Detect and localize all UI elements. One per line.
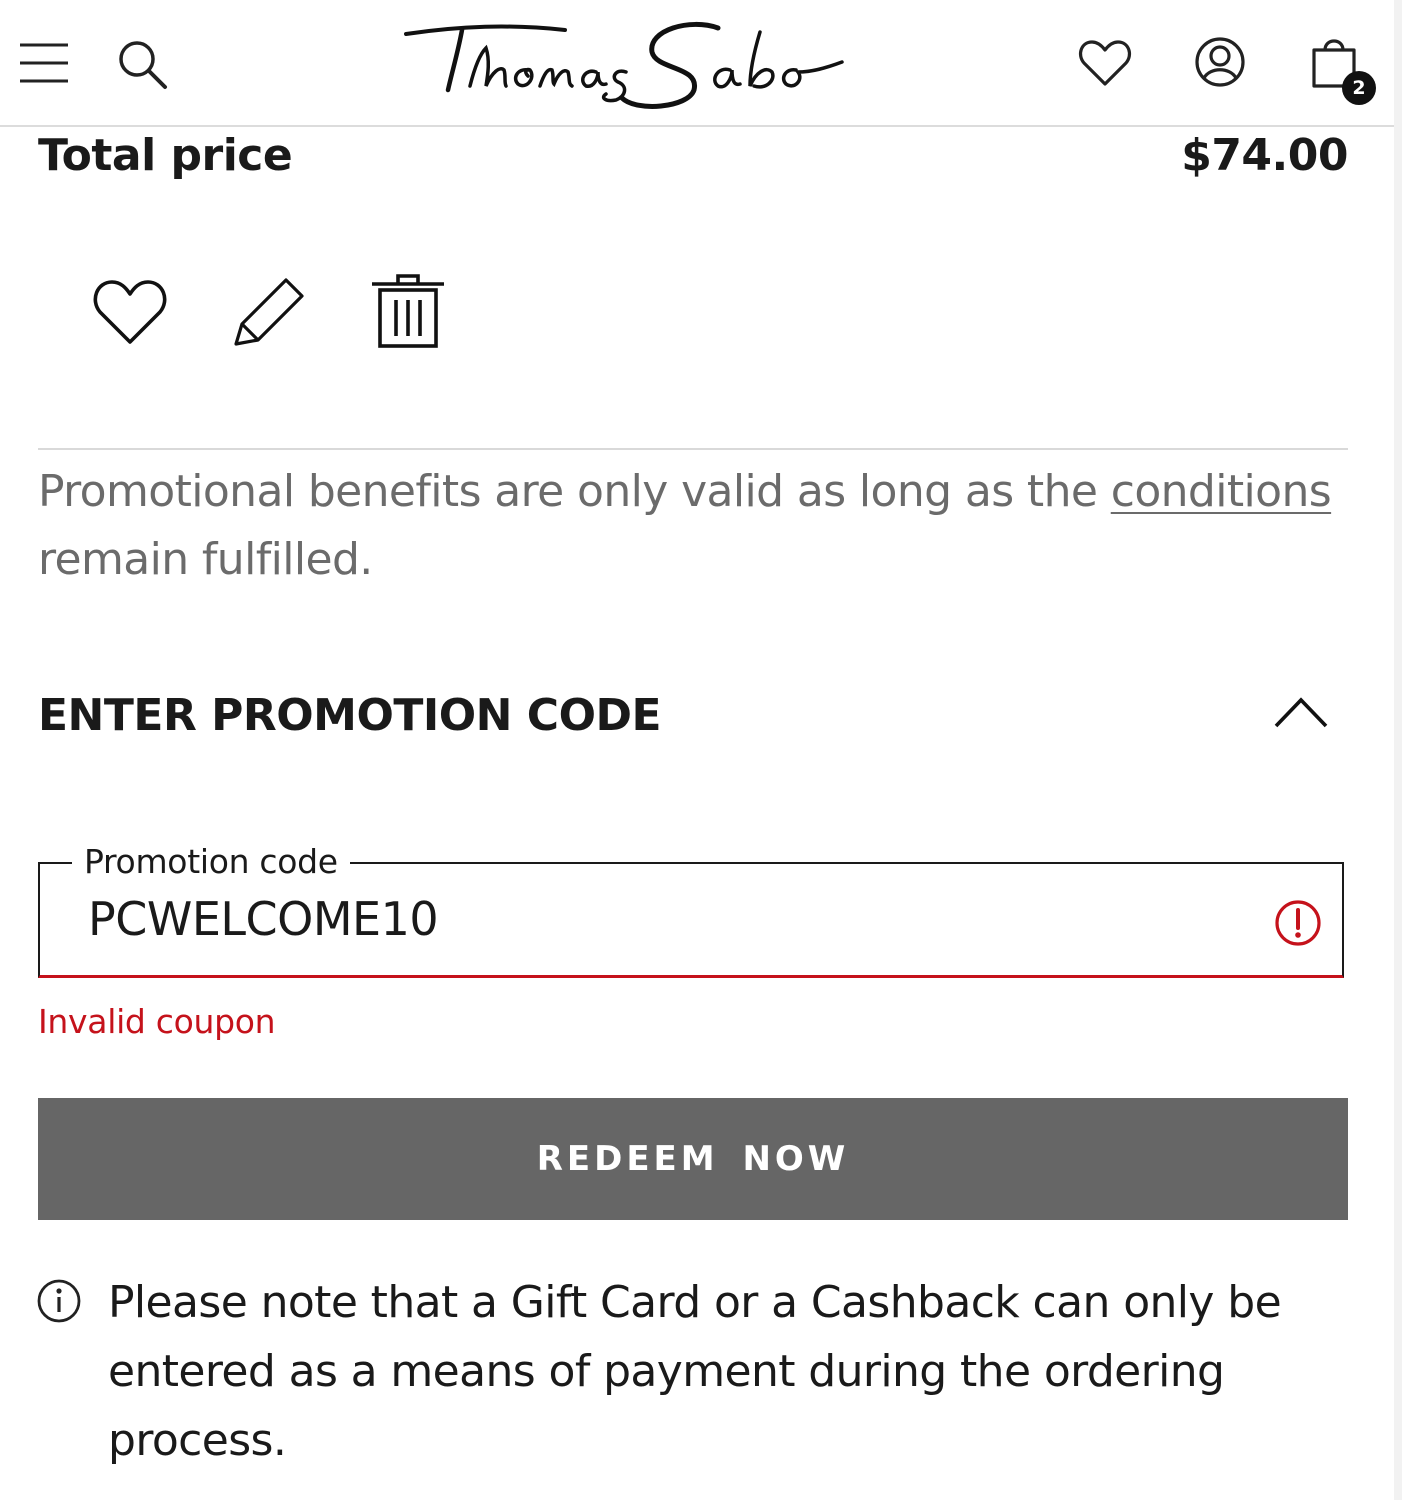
pencil-icon[interactable] <box>230 274 308 350</box>
promotion-code-heading[interactable]: ENTER PROMOTION CODE <box>38 690 662 741</box>
promotion-code-label: Promotion code <box>72 842 350 881</box>
total-price-row: Total price $74.00 <box>38 130 1348 190</box>
chevron-up-icon[interactable] <box>1272 692 1330 732</box>
promotion-code-input[interactable]: PCWELCOME10 <box>88 892 439 946</box>
promo-note-text-end: remain fulfilled. <box>38 534 373 585</box>
total-price-label: Total price <box>38 130 293 181</box>
promotion-code-field[interactable]: Promotion code PCWELCOME10 <box>38 842 1344 978</box>
error-icon <box>1275 900 1321 946</box>
brand-logo[interactable] <box>400 12 846 114</box>
heart-icon[interactable] <box>92 276 168 348</box>
cart-count-badge: 2 <box>1342 71 1376 105</box>
info-icon <box>37 1279 81 1323</box>
conditions-link[interactable]: conditions <box>1111 466 1332 517</box>
coupon-error-message: Invalid coupon <box>38 1002 276 1041</box>
total-price-value: $74.00 <box>1181 130 1348 181</box>
promo-note-text: Promotional benefits are only valid as l… <box>38 466 1111 517</box>
heart-icon[interactable] <box>1078 38 1132 88</box>
search-icon[interactable] <box>116 38 168 90</box>
scrollbar-track[interactable] <box>1394 0 1402 1500</box>
account-icon[interactable] <box>1194 36 1246 88</box>
redeem-now-button[interactable]: REDEEM NOW <box>38 1098 1348 1220</box>
trash-icon[interactable] <box>370 270 446 350</box>
menu-icon[interactable] <box>20 42 68 84</box>
promo-conditions-note: Promotional benefits are only valid as l… <box>38 458 1358 594</box>
section-divider <box>38 448 1348 450</box>
site-header: 2 <box>0 0 1394 127</box>
gift-card-info-note: Please note that a Gift Card or a Cashba… <box>108 1277 1282 1466</box>
